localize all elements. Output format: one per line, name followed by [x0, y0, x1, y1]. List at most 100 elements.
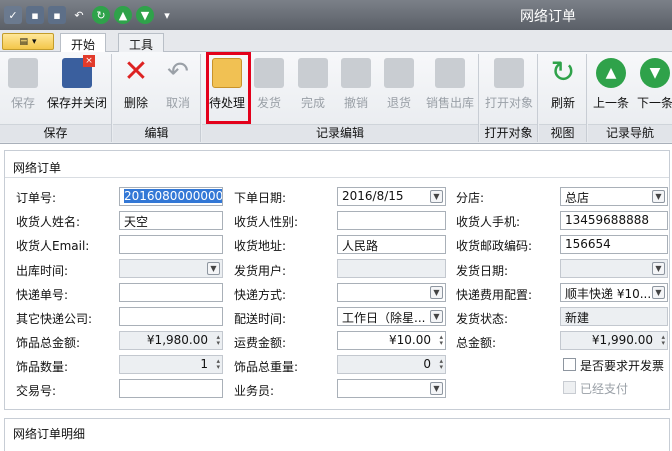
down-arrow-icon: ▼ — [640, 58, 670, 88]
save-close-button[interactable]: × 保存并关闭 — [44, 55, 110, 111]
up-arrow-icon: ▲ — [596, 58, 626, 88]
ship-button[interactable]: 发货 — [248, 58, 290, 111]
receiver-email-label: 收货人Email: — [16, 239, 90, 253]
order-no-label: 订单号: — [16, 191, 57, 205]
complete-button[interactable]: 完成 — [292, 58, 334, 111]
detail-section-title: 网络订单明细 — [13, 427, 86, 441]
other-express-field[interactable] — [119, 307, 223, 326]
chevron-down-icon[interactable]: ▼ — [207, 262, 220, 275]
goods-qty-label: 饰品数量: — [16, 360, 69, 374]
revoke-icon — [341, 58, 371, 88]
chevron-down-icon[interactable]: ▼ — [430, 382, 443, 395]
total-field: ¥1,990.00 ▴ ▾ — [560, 331, 668, 350]
ship-user-field — [337, 259, 446, 278]
group-label-view: 视图 — [539, 124, 586, 142]
section-divider — [5, 177, 669, 178]
group-view: ↻ 刷新 视图 — [539, 54, 587, 142]
chevron-down-icon[interactable]: ▼ — [652, 286, 665, 299]
receiver-zip-label: 收货邮政编码: — [456, 239, 533, 253]
delete-icon: ✕ — [123, 54, 149, 89]
receiver-name-label: 收货人姓名: — [16, 215, 81, 229]
menu-icon: ▤ — [19, 36, 28, 47]
express-no-field[interactable] — [119, 283, 223, 302]
express-method-select[interactable]: ▼ — [337, 283, 446, 302]
chevron-down-icon[interactable]: ▼ — [652, 262, 665, 275]
branch-label: 分店: — [456, 191, 485, 205]
open-object-button[interactable]: 打开对象 — [482, 58, 536, 111]
refresh-button[interactable]: ↻ 刷新 — [542, 58, 584, 111]
tab-tools[interactable]: 工具 — [118, 33, 165, 53]
sales-out-button[interactable]: 销售出库 — [422, 58, 478, 111]
receiver-address-field[interactable]: 人民路 — [337, 235, 446, 254]
delete-button[interactable]: ✕ 删除 — [115, 54, 157, 111]
goods-weight-label: 饰品总重量: — [234, 360, 299, 374]
paid-checkbox — [563, 381, 576, 394]
ship-status-field: 新建 — [560, 307, 668, 326]
order-no-field[interactable]: 20160800000006 — [119, 187, 223, 206]
section-title: 网络订单 — [13, 161, 62, 175]
trade-no-field[interactable] — [119, 379, 223, 398]
out-time-field[interactable]: ▼ — [119, 259, 223, 278]
app-menu-button[interactable]: ▤ ▾ — [2, 33, 54, 50]
order-date-label: 下单日期: — [234, 191, 287, 205]
prev-record-button[interactable]: ▲ 上一条 — [590, 58, 632, 111]
express-fee-config-select[interactable]: 顺丰快递 ¥10... ▼ — [560, 283, 668, 302]
group-label-record-edit: 记录编辑 — [202, 124, 478, 142]
sales-out-icon — [435, 58, 465, 88]
goods-weight-field: 0 ▴ ▾ — [337, 355, 446, 374]
group-label-save: 保存 — [0, 124, 111, 142]
goods-qty-field: 1 ▴ ▾ — [119, 355, 223, 374]
order-detail-panel: 网络订单明细 — [4, 418, 670, 451]
cancel-button[interactable]: ↶ 取消 — [157, 58, 199, 111]
receiver-name-field[interactable]: 天空 — [119, 211, 223, 230]
branch-select[interactable]: 总店 ▼ — [560, 187, 668, 206]
spinner-icon: ▴ ▾ — [439, 357, 443, 371]
salesman-label: 业务员: — [234, 384, 275, 398]
open-object-icon — [494, 58, 524, 88]
chevron-down-icon[interactable]: ▼ — [652, 190, 665, 203]
group-edit: ✕ 删除 ↶ 取消 编辑 — [113, 54, 201, 142]
group-record-nav: ▲ 上一条 ▼ 下一条 记录导航 — [588, 54, 672, 142]
window-title: 网络订单 — [520, 9, 576, 25]
spinner-icon: ▴ ▾ — [661, 333, 665, 347]
save-icon — [8, 58, 38, 88]
receiver-mobile-label: 收货人手机: — [456, 215, 521, 229]
group-label-edit: 编辑 — [113, 124, 200, 142]
return-icon — [384, 58, 414, 88]
freight-label: 运费金额: — [234, 336, 287, 350]
spinner-icon[interactable]: ▴ ▾ — [437, 334, 443, 347]
express-fee-config-label: 快递费用配置: — [456, 288, 533, 302]
chevron-down-icon[interactable]: ▼ — [430, 310, 443, 323]
spinner-icon: ▴ ▾ — [216, 357, 220, 371]
need-invoice-label: 是否要求开发票 — [580, 359, 665, 373]
tab-start[interactable]: 开始 — [60, 33, 107, 53]
next-record-button[interactable]: ▼ 下一条 — [634, 58, 672, 111]
chevron-down-icon[interactable]: ▼ — [430, 190, 443, 203]
order-date-field[interactable]: 2016/8/15 ▼ — [337, 187, 446, 206]
salesman-select[interactable]: ▼ — [337, 379, 446, 398]
title-bar: ✓ ▪ ▪ ↶ ↻ ▲ ▼ ▾ 网络订单 — [0, 0, 672, 30]
group-label-open-object: 打开对象 — [480, 124, 537, 142]
delivery-time-label: 配送时间: — [234, 312, 287, 326]
group-save: 保存 × 保存并关闭 保存 — [0, 54, 112, 142]
chevron-down-icon[interactable]: ▼ — [430, 286, 443, 299]
delivery-time-select[interactable]: 工作日（除星... ▼ — [337, 307, 446, 326]
ship-date-field[interactable]: ▼ — [560, 259, 668, 278]
spinner-icon: ▴ ▾ — [216, 333, 220, 347]
need-invoice-checkbox[interactable] — [563, 358, 576, 371]
return-button[interactable]: 退货 — [378, 58, 420, 111]
revoke-button[interactable]: 撤销 — [335, 58, 377, 111]
complete-icon — [298, 58, 328, 88]
save-close-icon: × — [62, 55, 95, 88]
refresh-icon: ↻ — [550, 55, 576, 90]
pending-highlight-box — [206, 52, 251, 124]
receiver-gender-field[interactable] — [337, 211, 446, 230]
express-method-label: 快递方式: — [234, 288, 287, 302]
freight-field[interactable]: ¥10.00 ▴ ▾ — [337, 331, 446, 350]
save-button[interactable]: 保存 — [2, 58, 44, 111]
receiver-email-field[interactable] — [119, 235, 223, 254]
receiver-zip-field[interactable]: 156654 — [560, 235, 668, 254]
ribbon: 保存 × 保存并关闭 保存 ✕ 删除 ↶ 取消 编辑 待处理 发货 完成 撤销 退货 … — [0, 52, 672, 144]
receiver-mobile-field[interactable]: 13459688888 — [560, 211, 668, 230]
chevron-down-icon: ▾ — [31, 36, 37, 47]
